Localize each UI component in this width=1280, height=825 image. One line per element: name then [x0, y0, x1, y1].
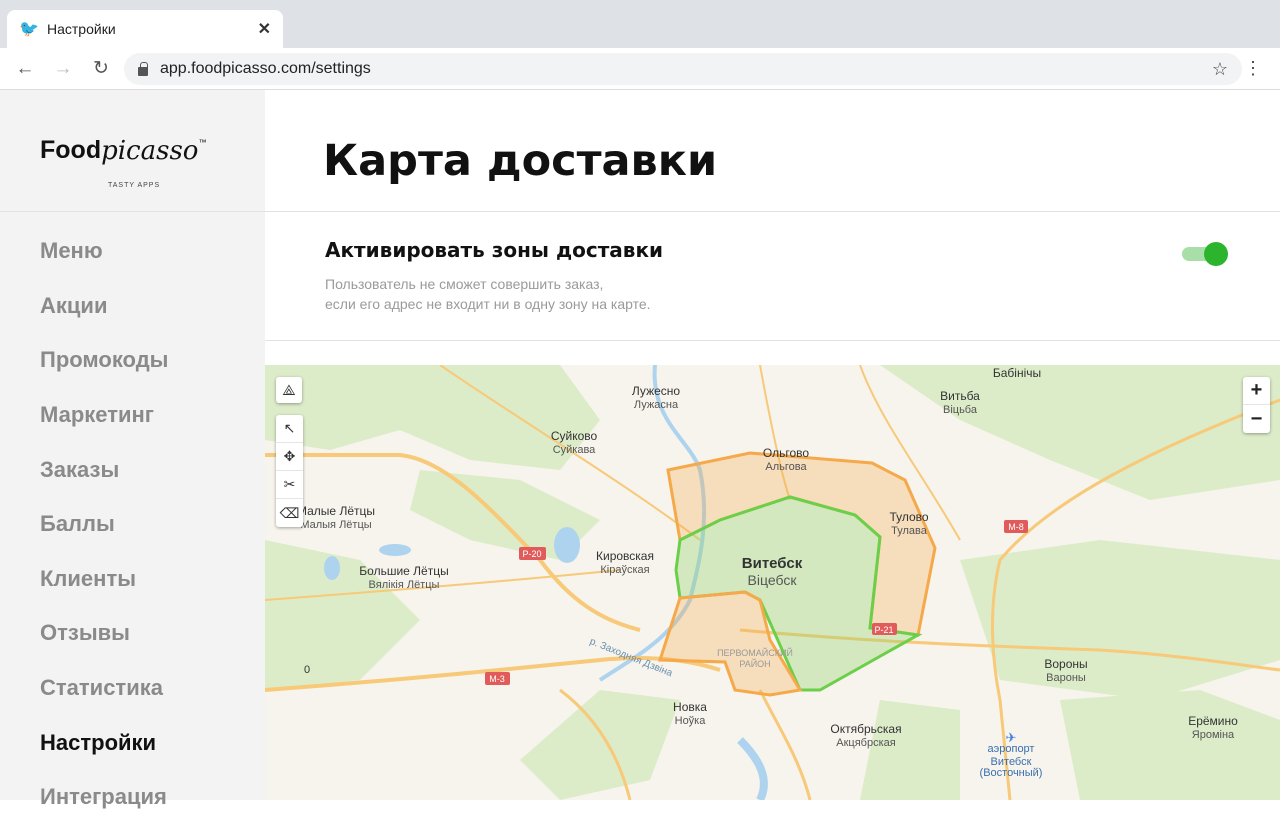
star-icon[interactable]: ☆: [1212, 59, 1228, 80]
zoom-controls: + −: [1243, 377, 1270, 433]
place-label-local: Кіраўская: [600, 564, 649, 576]
lock-icon: [138, 61, 148, 76]
svg-text:Р-20: Р-20: [522, 549, 541, 559]
place-label: (Восточный): [980, 767, 1043, 779]
place-label: Вороны: [1044, 657, 1087, 671]
place-label: Ольгово: [763, 446, 809, 460]
svg-text:М-3: М-3: [489, 674, 505, 684]
place-label: Лужесно: [632, 384, 680, 398]
svg-text:Р-21: Р-21: [874, 625, 893, 635]
main-content: Карта доставки Активировать зоны доставк…: [265, 90, 1280, 800]
map-tools: ↖ ✥ ✂ ⌫: [276, 415, 303, 527]
district-label: ПЕРВОМАЙСКИЙ: [717, 647, 793, 658]
place-label: Витьба: [940, 389, 980, 403]
delivery-map[interactable]: Лужесно Лужасна Суйково Суйкава Ольгово Альго…: [265, 365, 1280, 800]
sidebar-item-integration[interactable]: Интеграция: [0, 770, 265, 825]
place-label: Большие Лётцы: [359, 564, 448, 578]
place-label: Октябрьская: [830, 722, 901, 736]
place-label: Суйково: [551, 429, 598, 443]
place-label: Тулово: [889, 510, 928, 524]
place-label-local: Тулава: [891, 525, 928, 537]
move-icon[interactable]: ✥: [276, 443, 303, 471]
divider: [265, 340, 1280, 341]
forward-icon[interactable]: →: [44, 58, 82, 80]
draw-polygon-icon[interactable]: ⟁: [276, 377, 302, 403]
logo[interactable]: Food picasso ™ TASTY APPS: [0, 90, 265, 212]
sidebar-item-reviews[interactable]: Отзывы: [0, 606, 265, 661]
page-title: Карта доставки: [323, 136, 718, 186]
airport-icon: ✈: [1006, 730, 1017, 745]
back-icon[interactable]: ←: [6, 58, 44, 80]
place-label-local: Ноўка: [675, 715, 707, 727]
bird-icon: 🐦: [19, 21, 39, 38]
place-label: Кировская: [596, 549, 654, 563]
place-label-local: Яроміна: [1192, 729, 1235, 741]
reload-icon[interactable]: ↻: [82, 57, 120, 80]
place-label: Витебск: [742, 555, 803, 572]
sidebar-item-points[interactable]: Баллы: [0, 497, 265, 552]
sidebar-item-promocodes[interactable]: Промокоды: [0, 333, 265, 388]
delivery-zones-toggle[interactable]: [1180, 242, 1230, 266]
address-bar[interactable]: app.foodpicasso.com/settings ☆: [124, 53, 1242, 85]
eraser-icon[interactable]: ⌫: [276, 499, 303, 527]
place-label: Малые Лётцы: [297, 504, 375, 518]
sidebar-item-promotions[interactable]: Акции: [0, 279, 265, 334]
edit-vertices-icon[interactable]: ↖: [276, 415, 303, 443]
svg-text:0: 0: [304, 664, 310, 676]
scissors-icon[interactable]: ✂: [276, 471, 303, 499]
zoom-out-button[interactable]: −: [1243, 405, 1270, 433]
zoom-in-button[interactable]: +: [1243, 377, 1270, 405]
place-label-local: Акцябрская: [836, 737, 895, 749]
svg-text:М-8: М-8: [1008, 522, 1024, 532]
place-label-local: Альгова: [765, 461, 807, 473]
sidebar-item-marketing[interactable]: Маркетинг: [0, 388, 265, 443]
browser-tab[interactable]: 🐦 Настройки ✕: [7, 10, 283, 48]
url-text: app.foodpicasso.com/settings: [160, 60, 371, 77]
place-label: Ерёмино: [1188, 714, 1238, 728]
tab-title: Настройки: [47, 21, 116, 37]
place-label-local: Віцьба: [943, 404, 978, 416]
place-label: Новка: [673, 700, 707, 714]
sidebar-item-menu[interactable]: Меню: [0, 224, 265, 279]
sidebar-item-settings[interactable]: Настройки: [0, 715, 265, 770]
section-title: Активировать зоны доставки: [325, 238, 664, 262]
close-tab-icon[interactable]: ✕: [258, 19, 271, 39]
district-label: РАЙОН: [739, 658, 770, 669]
place-label-local: Вялікія Лётцы: [369, 579, 440, 591]
section-description: Пользователь не сможет совершить заказ, …: [325, 276, 651, 312]
place-label-local: Лужасна: [634, 399, 679, 411]
divider: [265, 211, 1280, 212]
kebab-menu-icon[interactable]: ⋮: [1244, 58, 1262, 79]
sidebar-item-statistics[interactable]: Статистика: [0, 661, 265, 716]
place-label-local: Вароны: [1046, 672, 1086, 684]
sidebar-item-orders[interactable]: Заказы: [0, 442, 265, 497]
place-label-local: Суйкава: [553, 444, 596, 456]
sidebar-item-clients[interactable]: Клиенты: [0, 552, 265, 607]
browser-tab-bar: 🐦 Настройки ✕: [0, 0, 1280, 48]
browser-toolbar: ← → ↻ app.foodpicasso.com/settings ☆ ⋮: [0, 48, 1280, 90]
map-canvas[interactable]: ЛужесноЛужасна СуйковоСуйкава ОльговоАльго…: [265, 365, 1280, 800]
place-label: Бабінічы: [993, 366, 1041, 380]
sidebar: Food picasso ™ TASTY APPS Меню Акции Промо…: [0, 90, 265, 809]
place-label-local: Малыя Лётцы: [300, 519, 371, 531]
place-label-local: Віцебск: [748, 572, 798, 588]
